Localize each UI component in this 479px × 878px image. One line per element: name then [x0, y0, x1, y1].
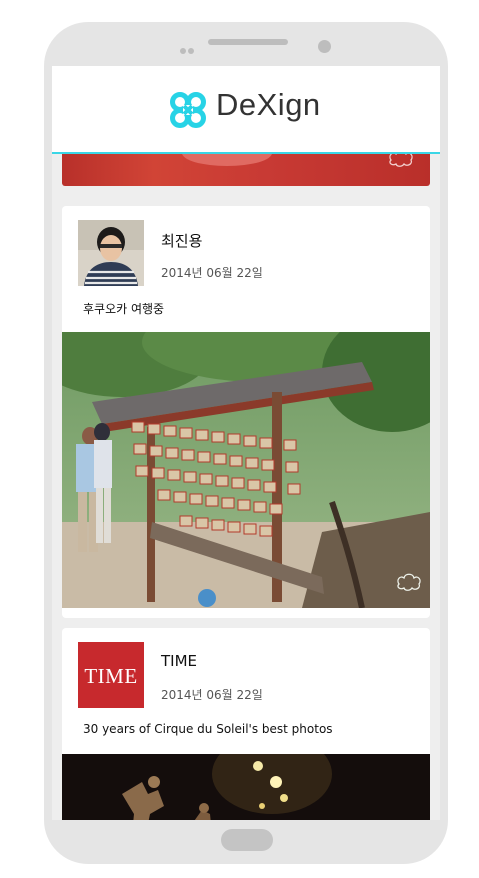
previous-post-photo[interactable]: [62, 140, 430, 186]
post-date: 2014년 06월 22일: [161, 688, 263, 702]
app-screen: DeXign 최진용 2014년 06월 22일 후쿠오카 여행중 TIME T…: [52, 66, 440, 820]
brand-name: DeXign: [216, 87, 321, 122]
clover-logo-icon: [168, 90, 208, 130]
watermark-icon: [394, 570, 424, 592]
feed[interactable]: 최진용 2014년 06월 22일 후쿠오카 여행중 TIME TIME 201…: [62, 140, 430, 820]
avatar-logo-text: TIME: [84, 664, 138, 688]
post-photo[interactable]: [62, 332, 430, 608]
avatar[interactable]: TIME: [78, 642, 144, 708]
post-card[interactable]: TIME TIME 2014년 06월 22일 30 years of Cirq…: [62, 628, 430, 820]
post-photo[interactable]: [62, 754, 430, 820]
post-date: 2014년 06월 22일: [161, 266, 263, 280]
sensor-dots: [180, 39, 196, 54]
app-header: DeXign: [52, 66, 440, 154]
post-author[interactable]: 최진용: [161, 230, 202, 251]
post-text: 후쿠오카 여행중: [83, 302, 165, 316]
avatar[interactable]: [78, 220, 144, 286]
speaker-grille: [208, 39, 288, 45]
front-camera: [318, 40, 331, 53]
home-button[interactable]: [221, 829, 273, 851]
post-card[interactable]: 최진용 2014년 06월 22일 후쿠오카 여행중: [62, 206, 430, 618]
post-text: 30 years of Cirque du Soleil's best phot…: [83, 722, 333, 736]
post-author[interactable]: TIME: [161, 652, 197, 670]
